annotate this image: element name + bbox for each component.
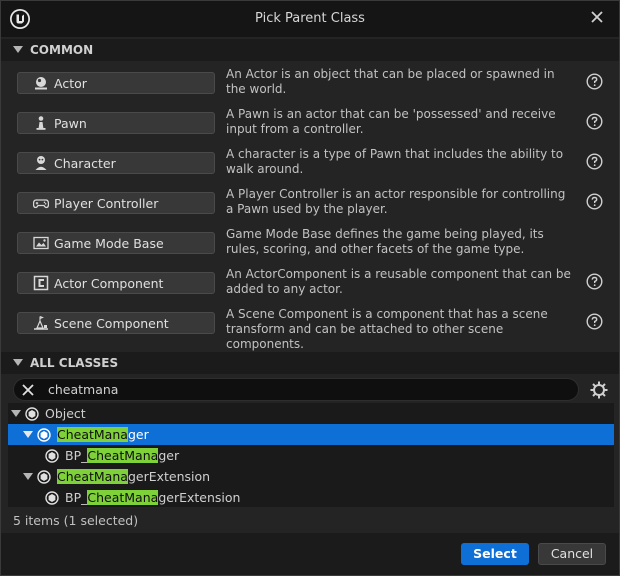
common-row-pawn: Pawn A Pawn is an actor that can be 'pos… [1,101,619,141]
actor-button-label: Actor [54,75,87,91]
actor-description: An Actor is an object that can be placed… [226,67,555,96]
class-tree: Object CheatManager BP_CheatManager Chea… [8,403,614,507]
common-row-character: Character A character is a type of Pawn … [1,141,619,181]
all-classes-section-label: ALL CLASSES [30,356,119,370]
character-icon [32,155,50,171]
common-classes-list: Actor An Actor is an object that can be … [1,61,619,351]
gear-icon[interactable] [590,381,608,399]
help-icon[interactable] [586,193,603,210]
player-controller-button[interactable]: Player Controller [17,192,215,214]
gamepad-icon [32,195,50,211]
collapse-arrow-icon [13,359,23,366]
tree-row-label: BP_CheatManager [65,448,180,463]
class-icon [37,469,51,484]
tree-row[interactable]: BP_CheatManager [8,445,614,466]
close-icon[interactable] [587,7,607,27]
common-row-game-mode-base: Game Mode Base Game Mode Base defines th… [1,221,619,261]
common-row-actor-component: Actor Component An ActorComponent is a r… [1,261,619,301]
character-button[interactable]: Character [17,152,215,174]
class-search-input[interactable]: cheatmana [13,378,579,401]
pick-parent-class-dialog: Pick Parent Class COMMON Actor An Actor … [0,0,620,576]
select-button[interactable]: Select [461,543,529,565]
expand-arrow-icon[interactable] [23,431,33,438]
expand-arrow-icon[interactable] [23,473,33,480]
game-mode-icon [32,235,50,251]
common-row-scene-component: Scene Component A Scene Component is a c… [1,301,619,351]
common-row-actor: Actor An Actor is an object that can be … [1,61,619,101]
tree-row[interactable]: BP_CheatManagerExtension [8,487,614,508]
pawn-button-label: Pawn [54,115,87,131]
scene-component-button-label: Scene Component [54,315,169,331]
collapse-arrow-icon [13,46,23,53]
scene-component-description: A Scene Component is a component that ha… [226,307,548,351]
tree-row[interactable]: CheatManager [8,424,614,445]
search-row: cheatmana [1,377,619,403]
actor-icon [32,75,50,91]
common-section-label: COMMON [30,43,94,57]
common-section-header[interactable]: COMMON [1,39,619,61]
help-icon[interactable] [586,73,603,90]
all-classes-section-header[interactable]: ALL CLASSES [1,352,619,374]
player-controller-description: A Player Controller is an actor responsi… [226,187,566,216]
expand-arrow-icon[interactable] [11,410,21,417]
actor-component-button-label: Actor Component [54,275,164,291]
tree-row-label: CheatManager [57,427,149,442]
help-icon[interactable] [586,113,603,130]
tree-row[interactable]: CheatManagerExtension [8,466,614,487]
dialog-title: Pick Parent Class [255,11,365,26]
help-icon[interactable] [586,153,603,170]
pawn-button[interactable]: Pawn [17,112,215,134]
search-input-value: cheatmana [48,382,119,397]
game-mode-base-description: Game Mode Base defines the game being pl… [226,227,544,256]
game-mode-base-button[interactable]: Game Mode Base [17,232,215,254]
character-button-label: Character [54,155,116,171]
scene-component-icon [32,315,50,331]
class-icon [45,448,59,463]
game-mode-base-button-label: Game Mode Base [54,235,164,251]
cancel-button[interactable]: Cancel [538,543,606,565]
common-row-player-controller: Player Controller A Player Controller is… [1,181,619,221]
character-description: A character is a type of Pawn that inclu… [226,147,564,176]
title-bar[interactable]: Pick Parent Class [1,1,619,37]
tree-row-label: CheatManagerExtension [57,469,211,484]
class-icon [45,490,59,505]
scene-component-button[interactable]: Scene Component [17,312,215,334]
actor-component-description: An ActorComponent is a reusable componen… [226,267,571,296]
class-icon [25,406,39,421]
actor-component-button[interactable]: Actor Component [17,272,215,294]
actor-component-icon [32,275,50,291]
pawn-icon [32,115,50,131]
item-count-status: 5 items (1 selected) [13,513,139,528]
class-icon [37,427,51,442]
tree-row[interactable]: Object [8,403,614,424]
help-icon[interactable] [586,313,603,330]
actor-button[interactable]: Actor [17,72,215,94]
tree-row-label: Object [45,406,86,421]
dialog-footer: Select Cancel [1,533,619,575]
help-icon[interactable] [586,273,603,290]
pawn-description: A Pawn is an actor that can be 'possesse… [226,107,556,136]
player-controller-button-label: Player Controller [54,195,159,211]
clear-search-icon[interactable] [20,382,36,398]
tree-row-label: BP_CheatManagerExtension [65,490,241,505]
